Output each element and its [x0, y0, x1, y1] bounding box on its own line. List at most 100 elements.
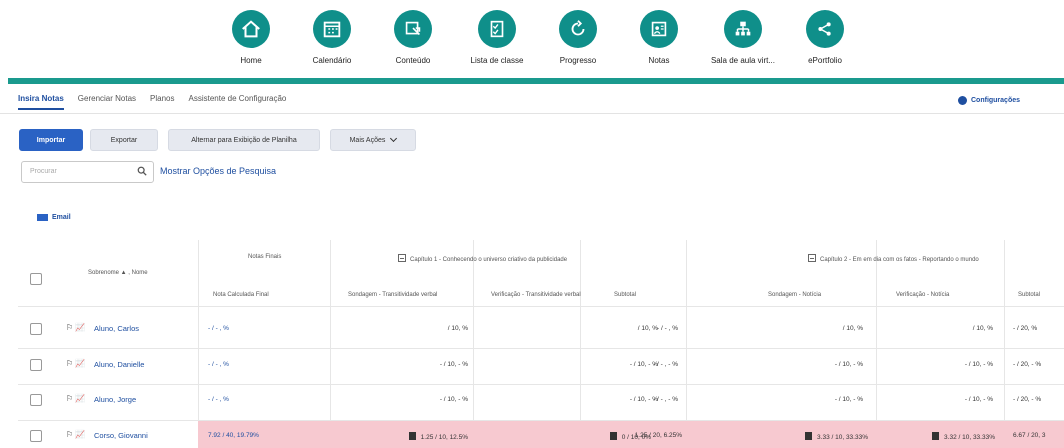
student-name-link[interactable]: Corso, Giovanni	[94, 431, 148, 440]
grade-cell[interactable]: - / 10, - %	[808, 396, 863, 403]
column-header-subtotal-1[interactable]: Subtotal	[614, 292, 636, 298]
tab-setup-wizard[interactable]: Assistente de Configuração	[189, 94, 287, 110]
collapse-icon[interactable]	[398, 254, 406, 262]
grade-cell[interactable]: - / - , - %	[638, 361, 678, 368]
nav-label: Home	[240, 56, 262, 65]
export-button[interactable]: Exportar	[90, 129, 158, 151]
email-link[interactable]: Email	[37, 214, 71, 221]
grades-grid: Sobrenome ▲ , Nome Notas Finais Nota Cal…	[18, 240, 1064, 448]
grade-cell[interactable]: 3.33 / 10, 33.33%	[778, 432, 868, 441]
search-input[interactable]: Procurar	[21, 161, 154, 183]
row-divider	[18, 348, 1064, 349]
flag-icon[interactable]: ⚐ 📈	[66, 394, 85, 403]
nav-eportfolio[interactable]: ePortfolio	[780, 10, 870, 65]
column-header-verificacao-noticia[interactable]: Verificação - Notícia	[896, 292, 949, 298]
final-grade[interactable]: 7.92 / 40, 19.79%	[208, 432, 259, 439]
import-button[interactable]: Importar	[19, 129, 83, 151]
email-label: Email	[52, 214, 71, 221]
row-checkbox[interactable]	[30, 394, 42, 406]
grade-cell[interactable]: 1.25 / 10, 12.5%	[398, 432, 468, 441]
grade-cell[interactable]: - / 10, - %	[418, 361, 468, 368]
grade-cell[interactable]: 3.32 / 10, 33.33%	[903, 432, 995, 441]
tab-enter-grades[interactable]: Insira Notas	[18, 94, 64, 110]
column-header-subtotal-2[interactable]: Subtotal	[1018, 292, 1040, 298]
row-checkbox[interactable]	[30, 430, 42, 442]
grade-cell[interactable]: - / 10, - %	[418, 396, 468, 403]
header-divider	[18, 306, 1064, 307]
grade-cell-value: 1.25 / 10, 12.5%	[420, 434, 468, 441]
envelope-icon	[37, 214, 48, 221]
nav-grades[interactable]: Notas	[614, 10, 704, 65]
nav-progress[interactable]: Progresso	[533, 10, 623, 65]
select-all-checkbox[interactable]	[30, 273, 42, 285]
nav-label: Calendário	[312, 56, 352, 65]
chapter-2-header[interactable]: Capítulo 2 - Em em dia com os fatos - Re…	[808, 254, 979, 263]
grade-cell[interactable]: - / 10, - %	[808, 361, 863, 368]
nav-content[interactable]: Conteúdo	[368, 10, 458, 65]
nav-label: Conteúdo	[395, 56, 431, 65]
grade-cell[interactable]: / 10, %	[938, 325, 993, 332]
grades-icon	[640, 10, 678, 48]
grade-cell[interactable]: - / 10, - %	[938, 361, 993, 368]
column-header-sondagem-verbal[interactable]: Sondagem - Transitividade verbal	[348, 292, 437, 298]
table-row: ⚐ 📈 Corso, Giovanni 7.92 / 40, 19.79% 1.…	[18, 421, 1064, 448]
flag-icon[interactable]: ⚐ 📈	[66, 359, 85, 368]
grade-cell[interactable]: / 10, %	[418, 325, 468, 332]
grade-cell[interactable]: - / 20, %	[1013, 325, 1037, 332]
table-row: ⚐ 📈 Aluno, Danielle - / - , % - / 10, - …	[18, 350, 1064, 384]
settings-link[interactable]: Configurações	[958, 96, 1020, 105]
chevron-down-icon	[390, 134, 398, 143]
tab-schemes[interactable]: Planos	[150, 94, 174, 110]
column-header-final: Notas Finais	[248, 254, 282, 260]
grades-tabs: Insira Notas Gerenciar Notas Planos Assi…	[18, 94, 286, 110]
nav-virtual-classroom[interactable]: Sala de aula virt...	[698, 10, 788, 65]
final-grade[interactable]: - / - , %	[208, 325, 229, 332]
teal-divider	[8, 78, 1064, 84]
nav-label: Progresso	[559, 56, 597, 65]
final-grade[interactable]: - / - , %	[208, 361, 229, 368]
final-grade[interactable]: - / - , %	[208, 396, 229, 403]
show-search-options-link[interactable]: Mostrar Opções de Pesquisa	[160, 166, 276, 176]
search-placeholder: Procurar	[30, 168, 57, 175]
nav-label: Lista de classe	[470, 56, 524, 65]
home-icon	[232, 10, 270, 48]
more-actions-label: Mais Ações	[349, 136, 386, 144]
grade-cell[interactable]: 1.25 / 20, 6.25%	[618, 432, 682, 439]
nav-calendar[interactable]: Calendário	[287, 10, 377, 65]
virtual-classroom-icon	[724, 10, 762, 48]
student-name-link[interactable]: Aluno, Carlos	[94, 324, 139, 333]
grade-cell[interactable]: 6.67 / 20, 3	[1013, 432, 1046, 439]
grade-cell[interactable]: - / 20, - %	[1013, 396, 1041, 403]
column-header-name[interactable]: Sobrenome ▲ , Nome	[88, 270, 148, 276]
column-header-sondagem-noticia[interactable]: Sondagem - Notícia	[768, 292, 821, 298]
settings-label: Configurações	[971, 97, 1021, 104]
grade-cell[interactable]: - / 20, - %	[1013, 361, 1041, 368]
tab-manage-grades[interactable]: Gerenciar Notas	[78, 94, 136, 110]
chapter-1-title: Capítulo 1 - Conhecendo o universo criat…	[410, 257, 568, 263]
table-row: ⚐ 📈 Aluno, Carlos - / - , % / 10, % / 10…	[18, 314, 1064, 348]
tab-divider	[0, 113, 1064, 114]
nav-home[interactable]: Home	[206, 10, 296, 65]
grade-cell[interactable]: - / - , %	[638, 325, 678, 332]
column-header-verificacao-verbal[interactable]: Verificação - Transitividade verbal	[491, 292, 581, 298]
grade-cell[interactable]: - / 10, - %	[938, 396, 993, 403]
student-name-link[interactable]: Aluno, Jorge	[94, 395, 136, 404]
row-checkbox[interactable]	[30, 323, 42, 335]
more-actions-button[interactable]: Mais Ações	[330, 129, 416, 151]
chapter-1-header[interactable]: Capítulo 1 - Conhecendo o universo criat…	[398, 254, 567, 263]
flag-icon[interactable]: ⚐ 📈	[66, 323, 85, 332]
collapse-icon[interactable]	[808, 254, 816, 262]
search-icon[interactable]	[137, 166, 147, 176]
grade-cell[interactable]: - / - , - %	[638, 396, 678, 403]
row-checkbox[interactable]	[30, 359, 42, 371]
toggle-spreadsheet-button[interactable]: Alternar para Exibição de Planilha	[168, 129, 320, 151]
flag-icon[interactable]: ⚐ 📈	[66, 430, 85, 439]
nav-label: Notas	[648, 56, 670, 65]
student-name-link[interactable]: Aluno, Danielle	[94, 360, 144, 369]
nav-class-list[interactable]: Lista de classe	[452, 10, 542, 65]
grade-cell[interactable]: / 10, %	[808, 325, 863, 332]
course-navbar: Home Calendário Conteúdo Lista de classe…	[0, 0, 1064, 78]
progress-icon	[559, 10, 597, 48]
grade-cell-value: 3.32 / 10, 33.33%	[944, 434, 995, 441]
table-row: ⚐ 📈 Aluno, Jorge - / - , % - / 10, - % -…	[18, 385, 1064, 419]
